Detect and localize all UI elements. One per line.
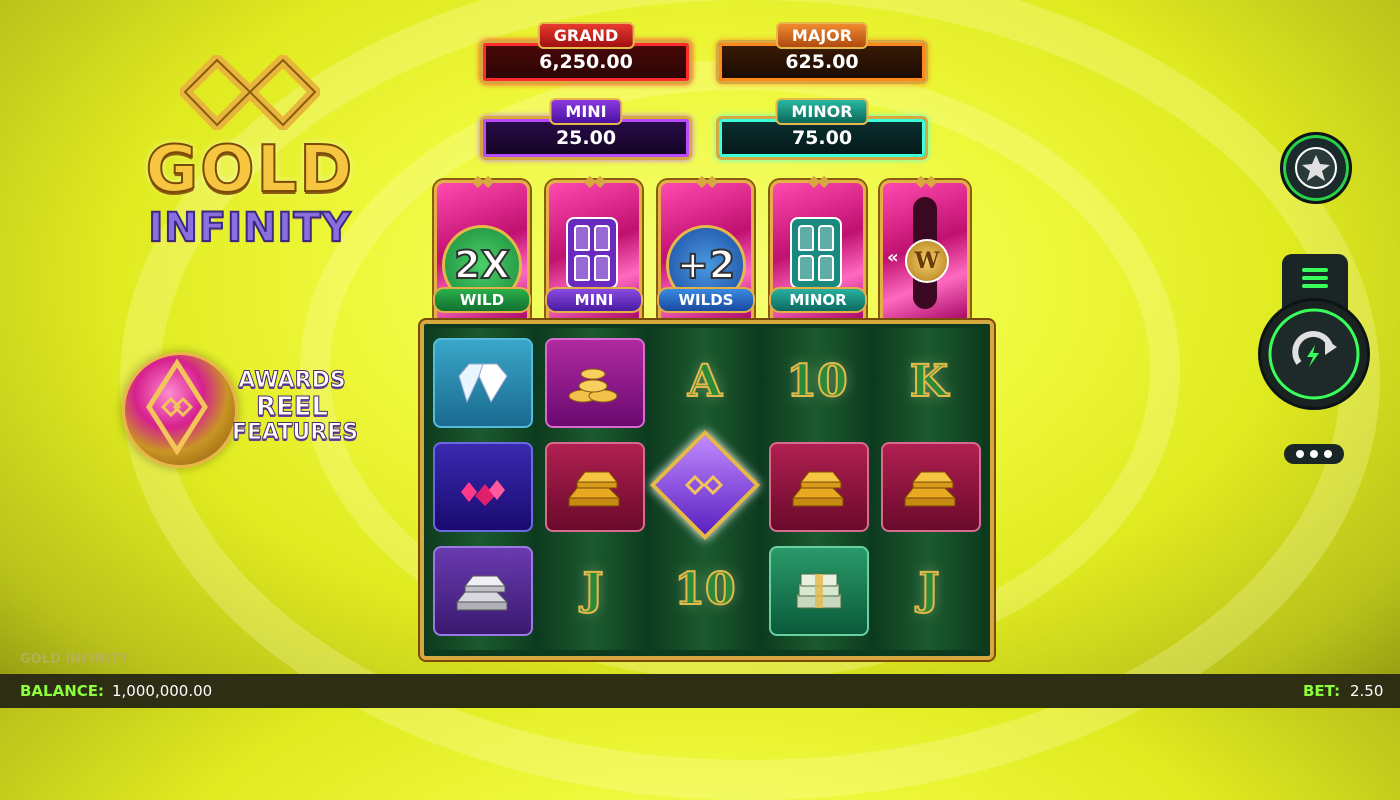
hamburger-menu-icon — [1302, 268, 1328, 288]
balance-label: BALANCE: — [20, 682, 105, 700]
logo-title-gold: GOLD — [145, 132, 355, 208]
crown-ornament-icon: ◆◆ — [471, 171, 495, 190]
feature-reel-minor: ◆◆ MINOR — [769, 171, 867, 326]
cash-stack-icon — [796, 573, 842, 609]
crown-ornament-icon: ◆◆ — [583, 171, 607, 190]
reel-letter-a: A — [687, 355, 723, 408]
cash-stack-symbol — [769, 546, 869, 636]
spin-arrow-icon — [1268, 308, 1360, 400]
awards-line: AWARDS — [238, 368, 346, 394]
more-dots-icon — [1296, 450, 1332, 458]
feature-reel-wilds: ◆◆ +2 WILDS — [657, 171, 755, 326]
infinity-emblem-icon — [146, 358, 208, 456]
gold-bars-icon — [903, 471, 957, 507]
crown-ornament-icon: ◆◆ — [695, 171, 719, 190]
diamond-icon — [458, 363, 508, 404]
jackpot-grand-label: GRAND — [537, 22, 635, 49]
favorite-button[interactable] — [1280, 132, 1352, 204]
crown-ornament-icon: ◆◆ — [914, 171, 938, 190]
rubies-icon — [461, 480, 505, 506]
bet-label: BET: — [1303, 682, 1341, 700]
awards-line: FEATURES — [232, 420, 359, 446]
plus-wilds-text: +2 — [676, 242, 736, 288]
jackpot-minor-label: MINOR — [775, 98, 869, 125]
gold-bars-icon — [567, 471, 621, 507]
gold-bar-symbol — [769, 442, 869, 532]
jackpot-minor: MINOR 75.00 — [716, 98, 928, 160]
feature-reel-mini: ◆◆ MINI — [545, 171, 643, 326]
feature-reel-label: MINOR — [769, 287, 867, 313]
game-logo: GOLD INFINITY — [130, 55, 370, 265]
gold-bar-symbol — [545, 442, 645, 532]
expand-arrows-icon: « — [887, 247, 899, 268]
gold-coins-icon — [568, 368, 618, 403]
infinity-logo-icon — [180, 55, 320, 130]
logo-title-infinity: INFINITY — [147, 204, 352, 252]
silver-bar-symbol — [433, 546, 533, 636]
multiplier-text: 2X — [453, 242, 511, 288]
feature-reel-label: WILDS — [657, 287, 755, 313]
jackpot-mini: MINI 25.00 — [480, 98, 692, 160]
reel-grid: A 10 K J 10 J — [420, 320, 994, 660]
awards-reel-features-text: AWARDS REEL FEATURES — [232, 368, 359, 446]
coins-symbol — [545, 338, 645, 428]
ruby-symbol — [433, 442, 533, 532]
jackpot-major-label: MAJOR — [775, 22, 869, 49]
wild-w-text: W — [914, 248, 940, 274]
reel-letter-10: 10 — [785, 355, 848, 408]
feature-reel-label: MINI — [545, 287, 643, 313]
lock-grid-icon — [790, 217, 842, 289]
reel-letter-j: J — [918, 563, 941, 616]
feature-reel-label: WILD — [433, 287, 531, 313]
status-bar: BALANCE: 1,000,000.00 BET: 2.50 — [0, 674, 1400, 708]
wild-w-badge: W — [905, 239, 949, 283]
silver-bars-icon — [455, 575, 509, 611]
balance-value: 1,000,000.00 — [112, 682, 213, 700]
gold-bars-icon — [791, 471, 845, 507]
jackpot-major: MAJOR 625.00 — [716, 22, 928, 84]
diamond-symbol — [433, 338, 533, 428]
more-options-button[interactable] — [1284, 444, 1344, 464]
infinity-icon — [685, 475, 724, 495]
gold-bar-symbol — [881, 442, 981, 532]
bet-value: 2.50 — [1350, 682, 1384, 700]
lock-grid-icon — [566, 217, 618, 289]
reel-letter-j: J — [582, 563, 605, 616]
jackpot-grand: GRAND 6,250.00 — [480, 22, 692, 84]
reel-letter-k: K — [909, 355, 949, 408]
awards-line: REEL — [255, 392, 329, 422]
crown-ornament-icon: ◆◆ — [807, 171, 831, 190]
brand-footer: GOLD INFINITY — [20, 652, 129, 667]
feature-reel-wild: ◆◆ 2X WILD — [433, 171, 531, 326]
reel-letter-10: 10 — [673, 563, 736, 616]
awards-orb-icon — [122, 352, 238, 468]
wild-infinity-symbol — [649, 429, 761, 541]
star-icon — [1295, 147, 1337, 189]
spin-button[interactable] — [1258, 298, 1370, 410]
jackpot-mini-label: MINI — [549, 98, 623, 125]
feature-reel-wild-expand: ◆◆ W « — [880, 171, 970, 326]
